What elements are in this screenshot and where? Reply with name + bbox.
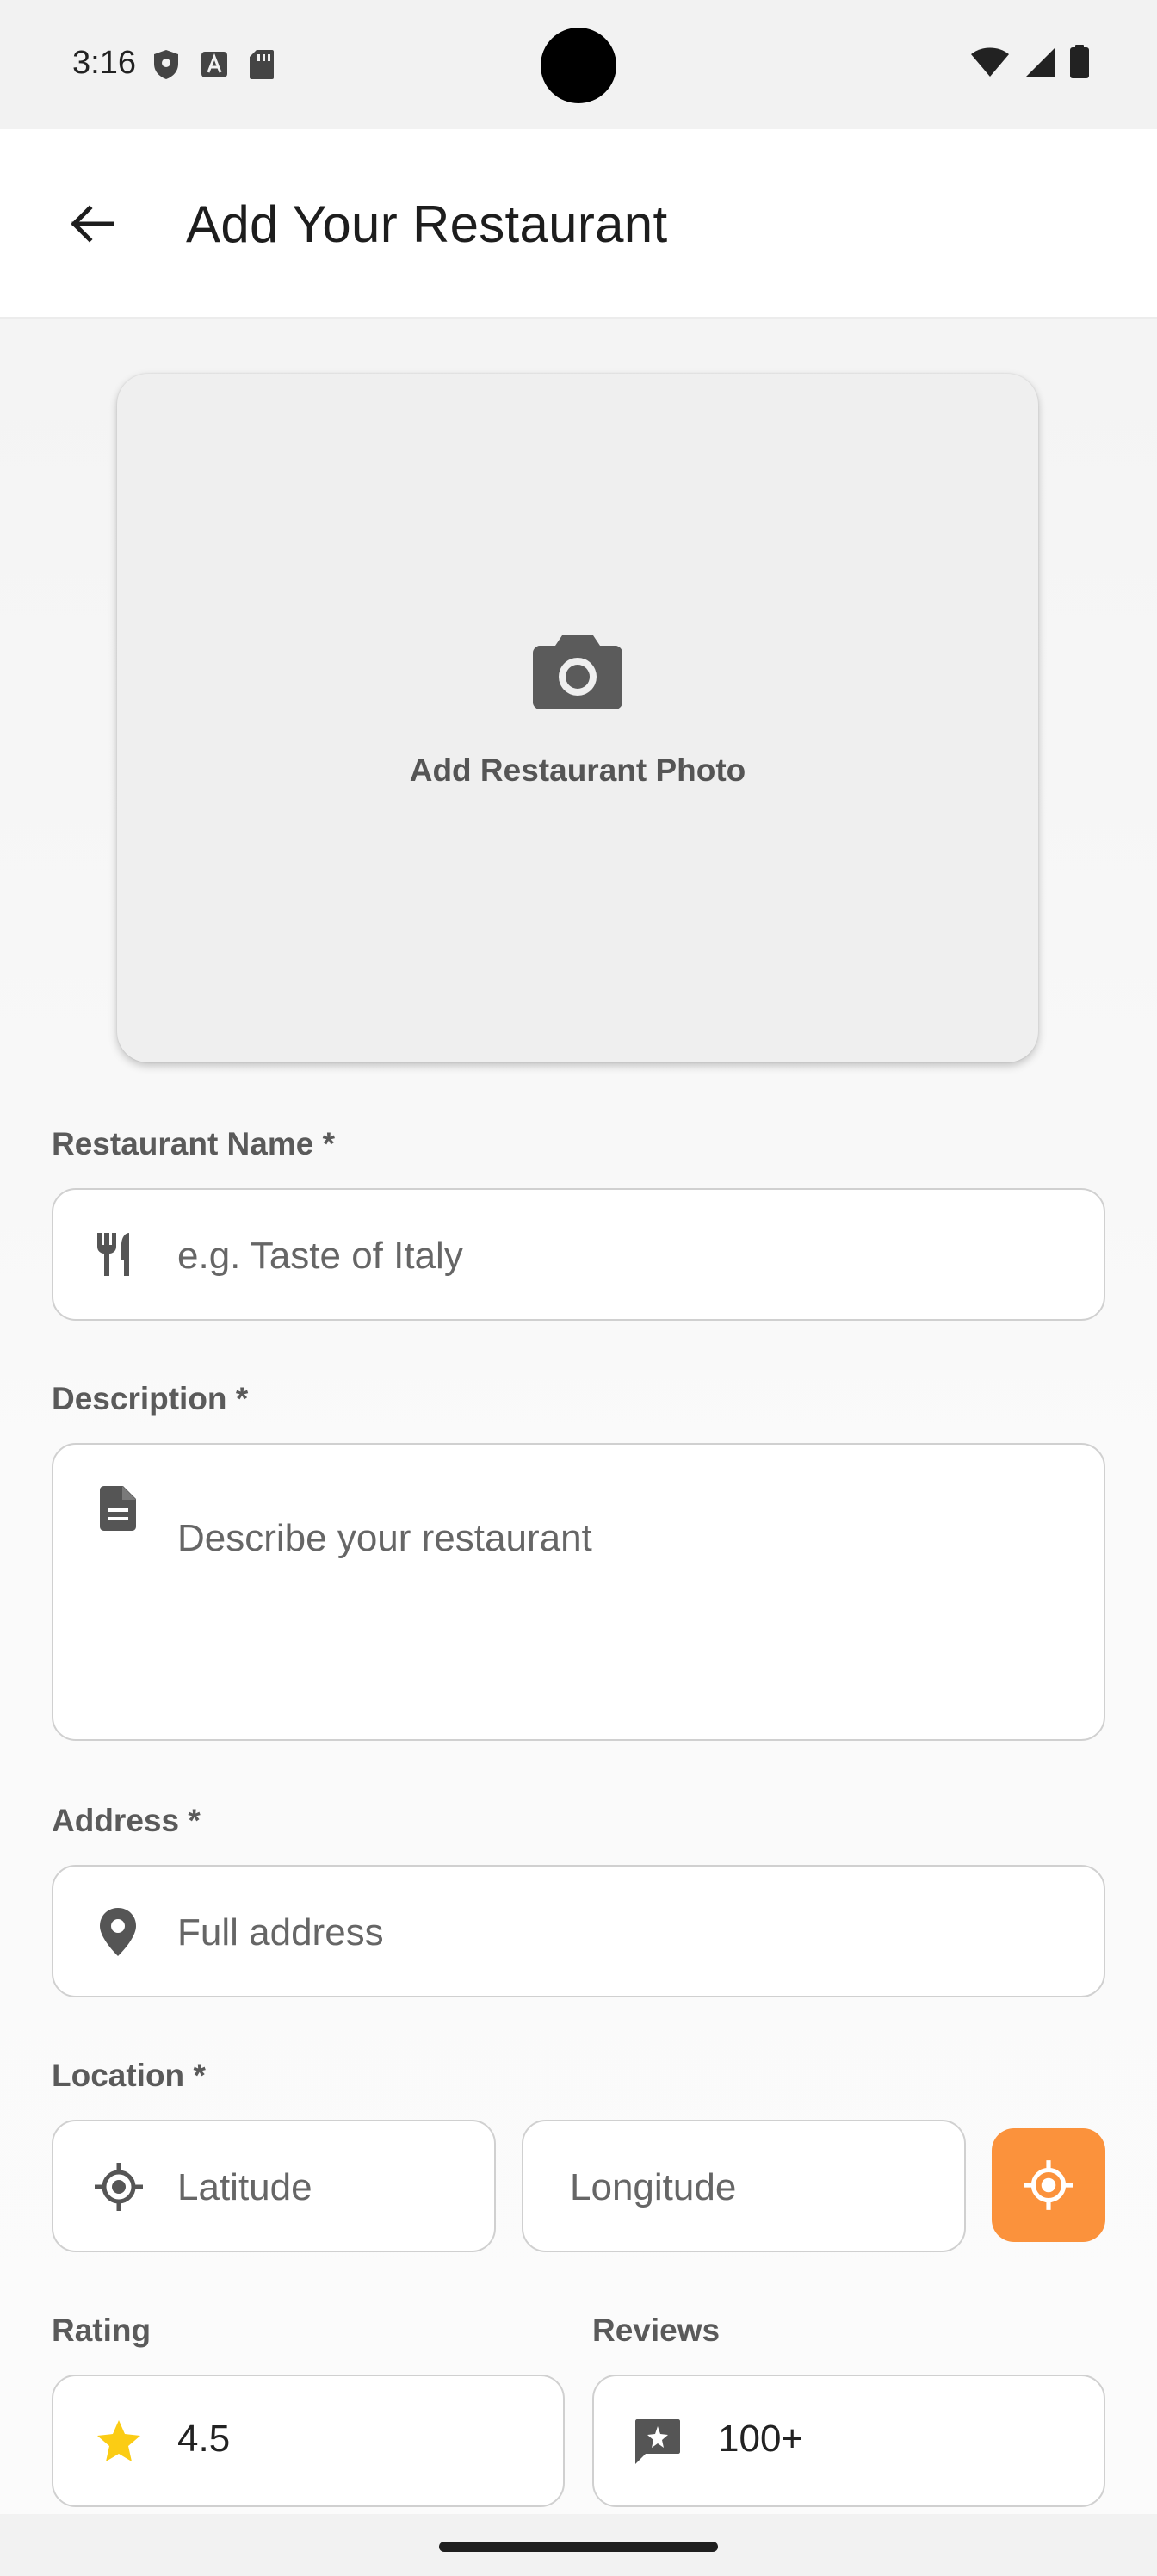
current-location-button[interactable] bbox=[992, 2128, 1105, 2242]
location-pin-icon bbox=[100, 1908, 136, 1956]
camera-cutout bbox=[541, 28, 616, 103]
latitude-field[interactable] bbox=[52, 2120, 496, 2252]
status-icons-left bbox=[152, 48, 275, 81]
app-bar: Add Your Restaurant bbox=[0, 129, 1157, 319]
status-bar: 3:16 bbox=[0, 0, 1157, 129]
add-photo-label: Add Restaurant Photo bbox=[409, 752, 746, 788]
cell-signal-icon bbox=[1026, 47, 1055, 77]
arrow-back-icon bbox=[71, 205, 114, 243]
wifi-icon bbox=[971, 47, 1009, 77]
shield-icon bbox=[154, 50, 178, 79]
restaurant-icon bbox=[97, 1233, 129, 1276]
back-button[interactable] bbox=[57, 189, 126, 258]
star-icon bbox=[97, 2420, 140, 2461]
reviews-field[interactable]: 100+ bbox=[592, 2375, 1105, 2507]
longitude-input[interactable] bbox=[570, 2163, 931, 2213]
battery-icon bbox=[1070, 45, 1089, 78]
status-time: 3:16 bbox=[72, 45, 136, 81]
review-icon bbox=[635, 2419, 680, 2464]
description-input[interactable] bbox=[177, 1517, 1064, 1689]
restaurant-name-input[interactable] bbox=[177, 1231, 1064, 1281]
longitude-field[interactable] bbox=[522, 2120, 966, 2252]
camera-icon bbox=[533, 635, 622, 709]
location-label: Location * bbox=[52, 2058, 206, 2093]
rating-value[interactable]: 4.5 bbox=[177, 2418, 230, 2461]
rating-field[interactable]: 4.5 bbox=[52, 2375, 565, 2507]
restaurant-name-label: Restaurant Name * bbox=[52, 1126, 336, 1161]
page-title: Add Your Restaurant bbox=[186, 195, 668, 253]
status-icons-right bbox=[969, 45, 1090, 79]
description-icon bbox=[100, 1486, 136, 1531]
description-label: Description * bbox=[52, 1381, 249, 1416]
address-label: Address * bbox=[52, 1803, 201, 1838]
my-location-icon bbox=[1024, 2160, 1073, 2210]
add-photo-card[interactable]: Add Restaurant Photo bbox=[117, 374, 1038, 1062]
description-field[interactable] bbox=[52, 1443, 1105, 1741]
font-download-icon bbox=[201, 52, 227, 77]
address-field[interactable] bbox=[52, 1865, 1105, 1997]
reviews-value[interactable]: 100+ bbox=[718, 2418, 803, 2461]
home-gesture-handle[interactable] bbox=[439, 2542, 718, 2552]
gps-icon bbox=[95, 2163, 143, 2211]
sd-card-icon bbox=[250, 50, 274, 79]
reviews-label: Reviews bbox=[592, 2313, 721, 2348]
restaurant-name-field[interactable] bbox=[52, 1188, 1105, 1321]
form-content[interactable]: Add Restaurant Photo Restaurant Name * D… bbox=[0, 319, 1157, 2514]
latitude-input[interactable] bbox=[177, 2163, 470, 2213]
address-input[interactable] bbox=[177, 1908, 1064, 1958]
rating-label: Rating bbox=[52, 2313, 152, 2348]
navigation-bar bbox=[0, 2514, 1157, 2576]
